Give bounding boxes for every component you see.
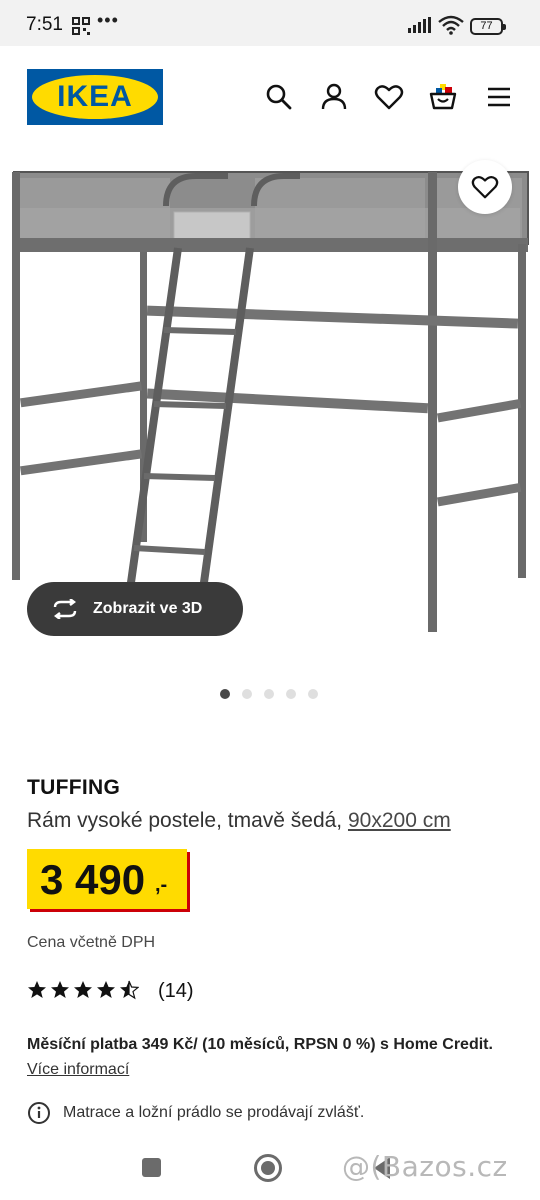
heart-icon (471, 175, 499, 199)
info-icon (28, 1102, 50, 1124)
notice-text: Matrace a ložní prádlo se prodávají zvlá… (63, 1104, 365, 1121)
gallery-dot[interactable] (286, 689, 296, 699)
signal-icon (408, 17, 431, 33)
menu-icon[interactable] (484, 82, 514, 112)
star-full-icon (51, 981, 69, 998)
site-header: IKEA (0, 46, 540, 148)
more-dots-icon: ••• (97, 10, 119, 30)
view-3d-button[interactable]: Zobrazit ve 3D (27, 582, 243, 636)
gallery-dot[interactable] (242, 689, 252, 699)
price-decimal: ,- (155, 874, 168, 896)
price-integer: 3 490 (40, 856, 146, 903)
view-3d-label: Zobrazit ve 3D (93, 600, 203, 617)
add-to-wishlist-button[interactable] (458, 160, 512, 214)
star-full-icon (74, 981, 92, 998)
status-time: 7:51 (26, 14, 63, 35)
product-description-text: Rám vysoké postele, tmavě šedá, (27, 809, 348, 832)
battery-icon: 77 (470, 18, 506, 35)
heart-icon[interactable] (374, 82, 404, 112)
home-button[interactable] (254, 1154, 282, 1182)
notice-row: Matrace a ložní prádlo se prodávají zvlá… (27, 1101, 364, 1125)
product-size-link[interactable]: 90x200 cm (348, 809, 451, 832)
star-half-icon (120, 980, 139, 1000)
wifi-icon (438, 15, 464, 35)
gallery-dot[interactable] (308, 689, 318, 699)
star-full-icon (28, 981, 46, 998)
logo-text: IKEA (57, 80, 133, 113)
rotate-icon (53, 599, 77, 619)
system-nav-bar: @(Bazos.cz (0, 1140, 540, 1200)
financing-text: Měsíční platba 349 Kč/ (10 měsíců, RPSN … (27, 1036, 493, 1053)
price-tag: 3 490 ,- (27, 849, 187, 909)
gallery-dot[interactable] (264, 689, 274, 699)
product-description: Rám vysoké postele, tmavě šedá, 90x200 c… (27, 809, 451, 833)
battery-level: 77 (480, 20, 493, 32)
ikea-logo[interactable]: IKEA (27, 69, 163, 125)
financing-info: Měsíční platba 349 Kč/ (10 měsíců, RPSN … (27, 1032, 497, 1082)
gallery-pagination (220, 689, 318, 699)
search-icon[interactable] (264, 82, 294, 112)
more-info-link[interactable]: Více informací (27, 1061, 129, 1078)
product-name: TUFFING (27, 776, 121, 799)
gallery-grid-icon (72, 17, 90, 35)
rating-stars[interactable] (27, 980, 139, 1000)
product-image-gallery[interactable]: Zobrazit ve 3D (0, 148, 540, 708)
account-icon[interactable] (319, 82, 349, 112)
vat-note: Cena včetně DPH (27, 934, 156, 951)
recent-apps-button[interactable] (142, 1158, 161, 1177)
status-bar: 7:51 ••• 77 (0, 0, 540, 46)
star-full-icon (97, 981, 115, 998)
gallery-dot-active[interactable] (220, 689, 230, 699)
review-count[interactable]: (14) (158, 980, 194, 1003)
cart-icon[interactable] (428, 82, 458, 112)
watermark: @(Bazos.cz (342, 1150, 508, 1183)
